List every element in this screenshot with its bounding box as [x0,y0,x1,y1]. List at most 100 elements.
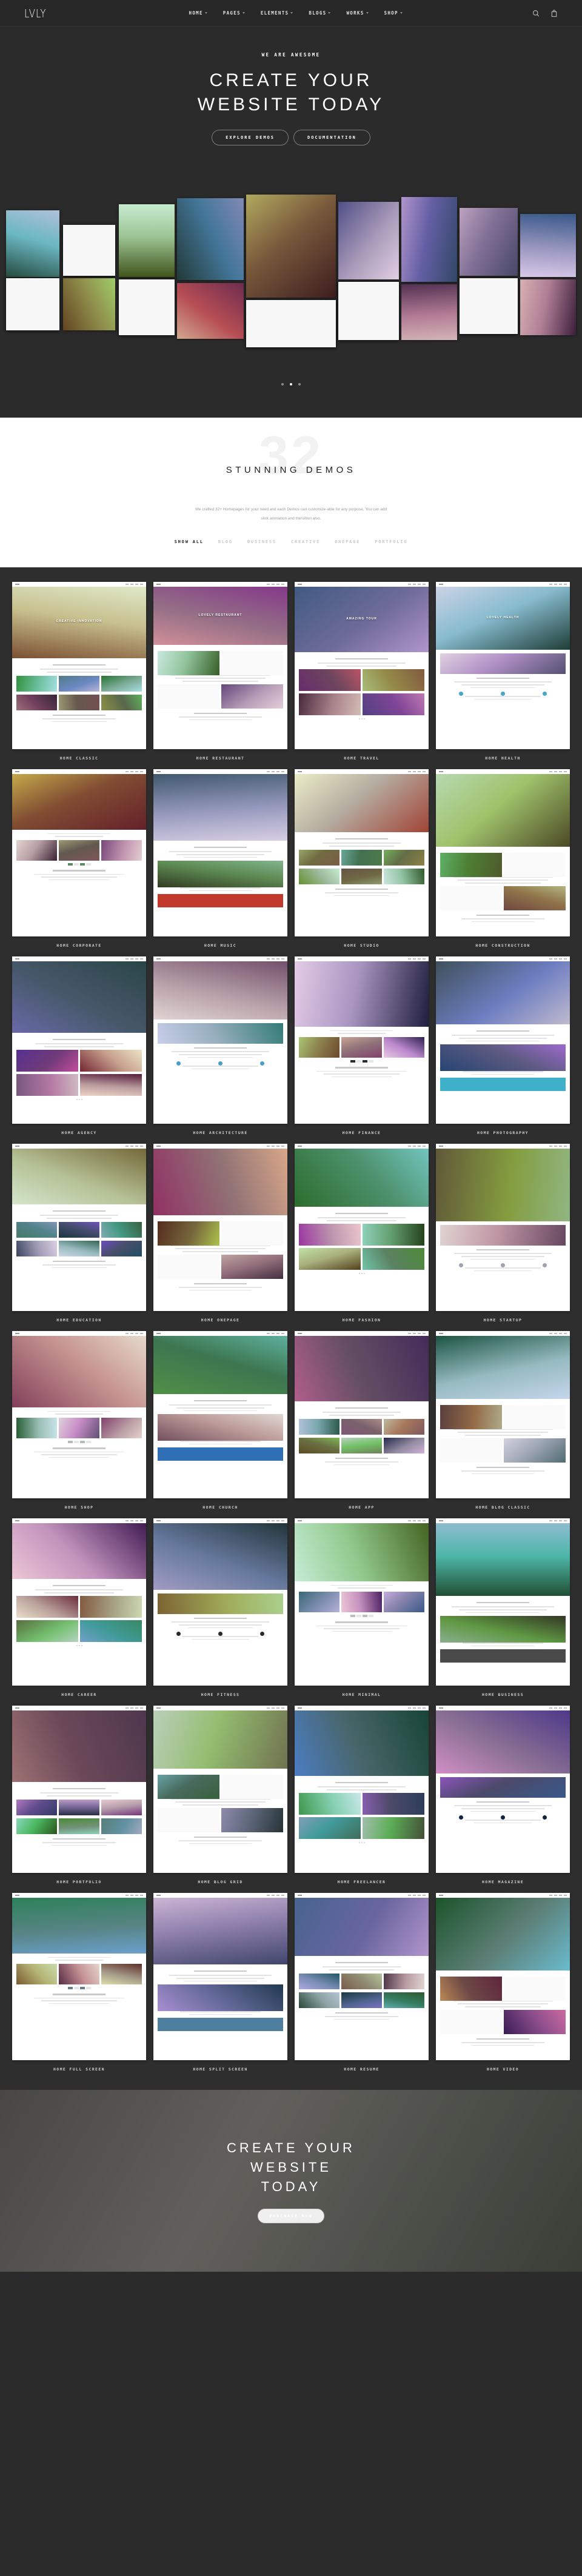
demo-card[interactable]: HOME ONEPAGE [153,1143,287,1323]
demo-thumbnail[interactable] [12,1330,146,1498]
demo-thumbnail[interactable] [295,956,429,1124]
placeholder-line [191,1638,250,1640]
placeholder-line [473,698,532,700]
demo-card[interactable]: HOME BLOG GRID [153,1705,287,1884]
demo-card[interactable]: HOME CONSTRUCTION [436,769,570,948]
demo-thumbnail[interactable] [436,1892,570,2060]
demo-thumbnail[interactable] [436,956,570,1124]
nav-item-shop[interactable]: SHOP [384,10,403,16]
demo-thumbnail[interactable] [153,1330,287,1498]
slider-dot-active[interactable] [290,383,292,385]
demo-card[interactable]: HOME BUSINESS [436,1518,570,1697]
demo-thumbnail[interactable]: LOVELY HEALTH [436,581,570,749]
demo-thumbnail[interactable] [436,1330,570,1498]
demo-thumbnail[interactable] [153,1143,287,1311]
thumb-logo [298,1707,302,1709]
placeholder-line [169,1404,272,1406]
demo-thumbnail[interactable] [153,769,287,936]
demo-thumbnail[interactable] [436,1705,570,1873]
demo-thumbnail[interactable] [295,1892,429,2060]
thumb-image-row [16,1418,142,1439]
nav-item-elements[interactable]: ELEMENTS [261,10,293,16]
demo-thumbnail[interactable] [153,1705,287,1873]
demo-card[interactable]: HOME CORPORATE [12,769,146,948]
demo-card[interactable]: HOME STARTUP [436,1143,570,1323]
filter-show-all[interactable]: SHOW ALL [175,539,204,544]
demo-thumbnail[interactable] [295,1705,429,1873]
demo-card[interactable]: HOME PORTFOLIO [12,1705,146,1884]
demo-thumbnail[interactable] [12,769,146,936]
thumb-body [436,649,570,749]
documentation-button[interactable]: DOCUMENTATION [293,130,370,146]
filter-onepage[interactable]: ONEPAGE [335,539,360,544]
demo-card[interactable]: HOME FINANCE [295,956,429,1135]
demo-thumbnail[interactable] [12,1892,146,2060]
demo-card[interactable]: LOVELY HEALTH HOME HEALTH [436,581,570,761]
thumb-nav-links [267,771,284,772]
demo-card[interactable]: HOME MAGAZINE [436,1705,570,1884]
demo-card[interactable]: HOME PHOTOGRAPHY [436,956,570,1135]
demo-thumbnail[interactable]: LOVELY RESTAURANT [153,581,287,749]
demo-card[interactable]: HOME FITNESS [153,1518,287,1697]
placeholder-line [41,876,117,878]
demo-card[interactable]: HOME AGENCY [12,956,146,1135]
filter-business[interactable]: BUSINESS [247,539,276,544]
filter-creative[interactable]: CREATIVE [291,539,320,544]
nav-item-pages[interactable]: PAGES [223,10,245,16]
demo-card[interactable]: HOME APP [295,1330,429,1510]
demo-card[interactable]: HOME STUDIO [295,769,429,948]
demo-thumbnail[interactable] [295,1143,429,1311]
demo-card[interactable]: HOME BLOG CLASSIC [436,1330,570,1510]
site-logo[interactable]: LVLY [24,6,47,20]
demo-thumbnail[interactable] [12,1143,146,1311]
demo-thumbnail[interactable] [295,1330,429,1498]
demo-thumbnail[interactable] [12,956,146,1124]
demo-card[interactable]: HOME FREELANCER [295,1705,429,1884]
placeholder-line [187,1056,253,1058]
filter-blog[interactable]: BLOG [218,539,233,544]
demo-thumbnail[interactable] [436,1143,570,1311]
purchase-now-button[interactable]: PURCHASE NOW [257,2208,325,2223]
search-icon[interactable] [532,10,540,17]
demo-card[interactable]: HOME SPLIT SCREEN [153,1892,287,2072]
thumb-mockup [436,1143,570,1311]
demo-thumbnail[interactable] [153,956,287,1124]
slider-dot[interactable] [281,383,284,385]
placeholder-line [170,1245,271,1247]
demo-card[interactable]: HOME MINIMAL [295,1518,429,1697]
demo-thumbnail[interactable] [295,769,429,936]
demo-card[interactable]: HOME MUSIC [153,769,287,948]
demo-card[interactable]: HOME CAREER [12,1518,146,1697]
demo-card[interactable]: HOME ARCHITECTURE [153,956,287,1135]
explore-demos-button[interactable]: EXPLORE DEMOS [212,130,289,146]
demo-card[interactable]: LOVELY RESTAURANT HOME RESTAURANT [153,581,287,761]
demo-card[interactable]: HOME FULL SCREEN [12,1892,146,2072]
demo-thumbnail[interactable] [153,1892,287,2060]
nav-item-works[interactable]: WORKS [346,10,369,16]
demo-card[interactable]: HOME SHOP [12,1330,146,1510]
filter-portfolio[interactable]: PORTFOLIO [375,539,407,544]
demo-card[interactable]: HOME CHURCH [153,1330,287,1510]
placeholder-line [189,2014,252,2015]
slider-dot[interactable] [298,383,301,385]
demo-thumbnail[interactable]: AMAZING TOUR [295,581,429,749]
demo-card[interactable]: HOME EDUCATION [12,1143,146,1323]
cart-icon[interactable] [550,9,558,17]
hero-slider-dots[interactable] [0,378,582,389]
demo-thumbnail[interactable] [295,1518,429,1686]
nav-item-blogs[interactable]: BLOGS [309,10,331,16]
demo-card[interactable]: AMAZING TOUR HOME TRAVEL [295,581,429,761]
demo-thumbnail[interactable] [436,1518,570,1686]
demo-thumbnail[interactable] [436,769,570,936]
demo-thumbnail[interactable]: CREATIVE INNOVATION [12,581,146,749]
demo-thumbnail[interactable] [153,1518,287,1686]
demo-card[interactable]: HOME VIDEO [436,1892,570,2072]
demo-card[interactable]: CREATIVE INNOVATION HOME CLASSIC [12,581,146,761]
collage-tile [177,198,244,280]
demo-thumbnail[interactable] [12,1518,146,1686]
demo-card[interactable]: HOME RESUME [295,1892,429,2072]
demo-thumbnail[interactable] [12,1705,146,1873]
demo-card[interactable]: HOME FASHION [295,1143,429,1323]
placeholder-title [477,1466,529,1469]
nav-item-home[interactable]: HOME [189,10,207,16]
